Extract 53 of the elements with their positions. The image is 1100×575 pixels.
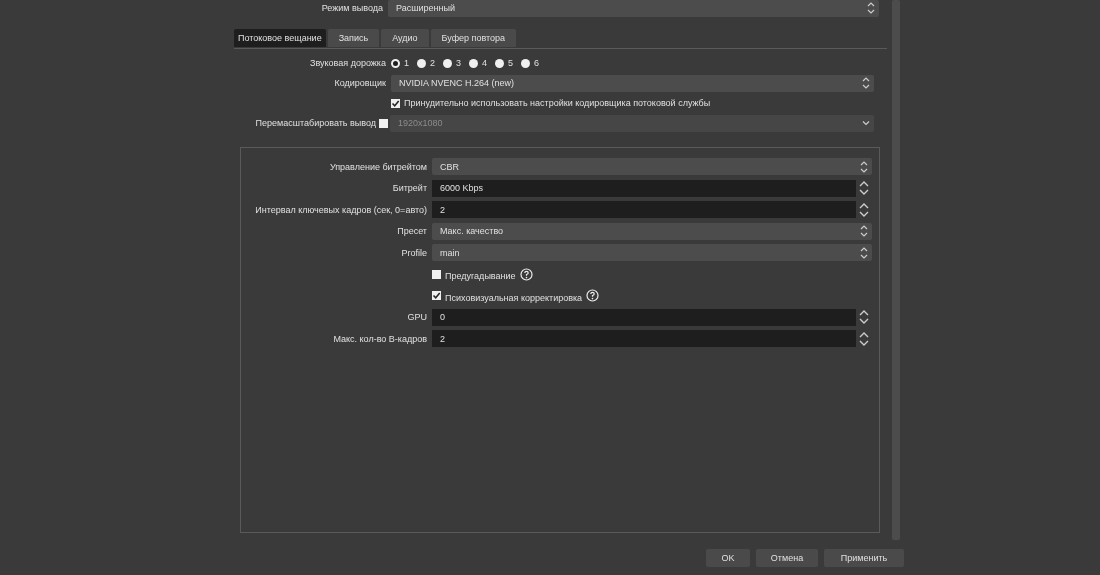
spin-arrows-icon[interactable] (858, 309, 870, 326)
radio-label: 6 (534, 58, 540, 68)
checkbox-label: Принудительно использовать настройки кодировщика потоковой службы (404, 98, 711, 108)
radio-label: 3 (456, 58, 462, 68)
dropdown[interactable]: main (432, 244, 872, 262)
help-icon[interactable] (586, 289, 600, 303)
field-label: Битрейт (391, 183, 428, 194)
radio-label: 5 (508, 58, 514, 68)
dialog-button[interactable]: OK (706, 549, 750, 567)
radio-label: 4 (482, 58, 488, 68)
spin-arrows-icon[interactable] (858, 180, 870, 197)
dropdown[interactable]: Расширенный (388, 0, 879, 17)
checkbox[interactable] (391, 98, 400, 108)
radio-button[interactable] (495, 58, 505, 68)
tab[interactable]: Запись (327, 29, 380, 47)
checkbox[interactable] (432, 291, 441, 301)
tab[interactable]: Потоковое вещание (234, 29, 326, 47)
field-label: Перемасштабировать вывод (254, 118, 376, 128)
radio-label: 2 (430, 58, 436, 68)
radio-button[interactable] (417, 58, 426, 68)
field-label: Режим вывода (320, 3, 384, 13)
radio-button[interactable] (391, 58, 400, 68)
tab[interactable]: Буфер повтора (430, 29, 517, 47)
radio-button[interactable] (469, 58, 479, 68)
help-icon[interactable] (519, 267, 533, 281)
field-label: Интервал ключевых кадров (сек, 0=авто) (254, 204, 428, 215)
spin-arrows-icon[interactable] (858, 330, 870, 347)
checkbox[interactable] (432, 269, 441, 279)
field-label: GPU (406, 312, 428, 323)
field-label: Звуковая дорожка (309, 58, 387, 68)
radio-button[interactable] (521, 58, 531, 68)
checkbox-label: Предугадывание (445, 271, 516, 282)
field-label: Кодировщик (333, 78, 387, 88)
checkbox-label: Психовизуальная корректировка (445, 292, 583, 303)
dialog-button[interactable]: Применить (824, 549, 904, 567)
dropdown[interactable]: NVIDIA NVENC H.264 (new) (391, 74, 874, 92)
dropdown[interactable]: Макс. качество (432, 222, 872, 240)
field-label: Profile (400, 247, 428, 258)
number-field[interactable]: 0 (432, 308, 856, 326)
spin-arrows-icon[interactable] (858, 201, 870, 218)
tab[interactable]: Аудио (381, 29, 429, 47)
number-field[interactable]: 2 (432, 330, 856, 348)
number-field[interactable]: 2 (432, 201, 856, 219)
updown-arrows-icon (860, 75, 872, 91)
radio-label: 1 (404, 58, 409, 68)
number-field[interactable]: 6000 Kbps (432, 179, 856, 197)
field-label: Пресет (396, 226, 428, 237)
dialog-button[interactable]: Отмена (756, 549, 818, 567)
radio-button[interactable] (443, 58, 453, 68)
field-label: Макс. кол-во B-кадров (332, 333, 428, 344)
field-label: Управление битрейтом (328, 161, 428, 172)
dropdown[interactable]: CBR (432, 158, 872, 176)
updown-arrows-icon (865, 0, 877, 16)
